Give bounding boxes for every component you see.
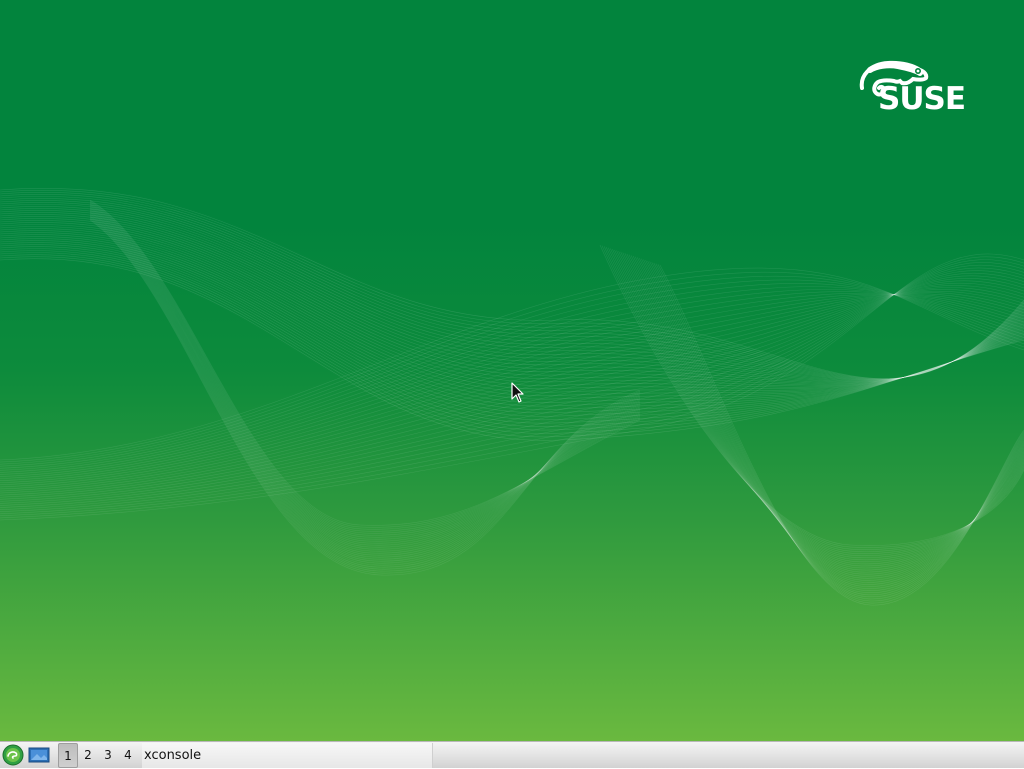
show-desktop-button[interactable] [27, 743, 51, 767]
workspace-pager: 1 2 3 4 [58, 742, 138, 768]
suse-chameleon-icon [2, 744, 24, 766]
mouse-pointer-icon [511, 382, 524, 403]
workspace-2-button[interactable]: 2 [78, 743, 98, 768]
task-button-xconsole[interactable]: xconsole [142, 742, 433, 768]
workspace-3-button[interactable]: 3 [98, 743, 118, 768]
workspace-1-button[interactable]: 1 [58, 742, 78, 768]
desktop[interactable]: SUSE [0, 0, 1024, 741]
logo-text: SUSE [878, 81, 966, 117]
suse-logo: SUSE [858, 58, 980, 118]
workspace-4-button[interactable]: 4 [118, 743, 138, 768]
desktop-icon [28, 747, 50, 763]
taskbar: 1 2 3 4 xconsole [0, 741, 1024, 768]
application-menu-button[interactable] [1, 743, 25, 767]
